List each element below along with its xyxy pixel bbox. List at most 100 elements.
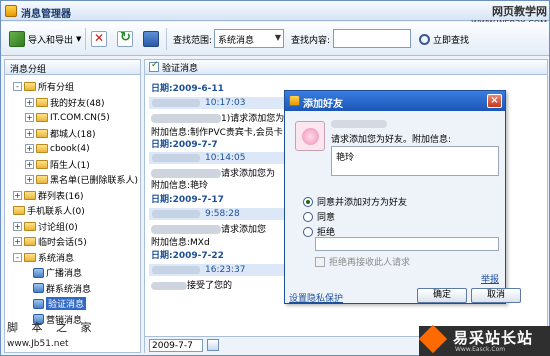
dialog-title: 添加好友 <box>303 99 343 110</box>
checkbox-label: 拒绝再接收此人请求 <box>329 258 411 268</box>
option-label: 同意 <box>317 213 336 223</box>
redacted-text <box>151 169 221 178</box>
scope-select[interactable]: 系统消息 ▼ <box>214 29 284 48</box>
expand-icon[interactable]: + <box>25 159 34 169</box>
import-export-button[interactable]: 导入和导出 ▼ <box>9 28 81 50</box>
option-accept-and-add[interactable]: 同意并添加对方为好友 <box>303 195 407 208</box>
redacted-text <box>151 114 221 123</box>
collapse-icon[interactable]: - <box>13 252 22 262</box>
tree-item[interactable]: + cbook(4) <box>25 142 90 155</box>
tree-item[interactable]: + 黑名单(已删除联系人) <box>25 173 138 186</box>
tree-item-label: 验证消息 <box>46 297 87 310</box>
folder-icon <box>24 82 36 91</box>
tree-item[interactable]: + 讨论组(0) <box>13 220 78 233</box>
request-text: 请求添加您为好友。附加信息: <box>331 135 452 145</box>
sender-name-redacted <box>152 210 200 218</box>
cancel-button[interactable]: 取消 <box>471 288 521 303</box>
radio-icon <box>303 226 313 237</box>
message-manager-window: 消息管理器 网页教学网 WWW.WEB3X.COM 导入和导出 ▼ 查找范围: … <box>0 0 550 356</box>
tree-item[interactable]: + 都城人(18) <box>25 127 95 140</box>
expand-icon[interactable]: + <box>25 175 34 184</box>
search-content-input[interactable] <box>333 29 411 48</box>
watermark-text: 脚 本 之 家 <box>7 321 97 334</box>
calendar-icon[interactable] <box>207 339 219 351</box>
expand-icon[interactable]: + <box>25 97 34 107</box>
refresh-button[interactable] <box>117 28 133 50</box>
folder-icon <box>24 252 36 262</box>
expand-icon[interactable]: + <box>13 190 22 200</box>
message-extra-info: 附加信息:艳玲 <box>151 181 209 191</box>
tree-item-label: 系统消息 <box>38 253 75 264</box>
collapse-icon[interactable]: - <box>13 82 22 91</box>
search-now-label: 立即查找 <box>433 35 470 46</box>
dialog-icon <box>289 95 300 106</box>
app-icon <box>5 5 17 17</box>
folder-icon <box>24 221 36 231</box>
expand-icon[interactable]: + <box>25 144 34 153</box>
expand-icon[interactable]: + <box>25 113 34 122</box>
reject-reason-input[interactable] <box>315 237 499 251</box>
speaker-icon <box>33 267 44 278</box>
ok-button[interactable]: 确定 <box>417 288 467 303</box>
tree-item[interactable]: + IT.COM.CN(5) <box>25 111 110 124</box>
watermark-bottom-right: 易采站长站 Www.Easck.Com <box>418 324 550 356</box>
block-future-requests-checkbox[interactable]: 拒绝再接收此人请求 <box>315 255 410 268</box>
tree-item-label: 临时会话(5) <box>38 238 87 248</box>
toolbar-separator <box>166 28 167 50</box>
tree-item-label: 讨论组(0) <box>38 222 78 233</box>
privacy-settings-link[interactable]: 设置隐私保护 <box>289 291 343 304</box>
tree-item-label: 群系统消息 <box>46 284 92 295</box>
tree-item[interactable]: 群系统消息 <box>33 282 91 295</box>
add-friend-dialog: 添加好友 × 请求添加您为好友。附加信息: 艳玲 同意并添加对方为好友 同意 拒… <box>284 90 521 304</box>
tree-item[interactable]: 手机联系人(0) <box>13 204 85 217</box>
group-panel: 消息分组 - 所有分组 + 我的好友(48) + IT.COM.CN(5) + 都城人(18)… <box>4 59 141 353</box>
requester-name[interactable] <box>331 119 387 129</box>
dialog-title-bar: 添加好友 × <box>285 91 505 111</box>
toolbar-separator <box>85 28 86 50</box>
tree-item-label: 群列表(16) <box>38 191 84 202</box>
message-sender[interactable]: 10:17:03 <box>149 97 285 109</box>
sender-name-redacted <box>152 154 200 162</box>
radio-icon <box>303 211 313 222</box>
folder-icon <box>36 113 48 122</box>
tree-item[interactable]: 验证消息 <box>33 297 87 310</box>
expand-icon[interactable]: + <box>25 128 34 138</box>
tree-item[interactable]: + 群列表(16) <box>13 189 83 202</box>
speaker-icon <box>33 283 44 293</box>
search-icon <box>419 33 430 45</box>
tree-item[interactable]: + 我的好友(48) <box>25 96 104 109</box>
tree-item[interactable]: + 临时会话(5) <box>13 235 87 248</box>
message-date: 日期:2009-7-7 <box>151 140 218 150</box>
tree-item[interactable]: - 系统消息 <box>13 251 74 264</box>
tree-item-label: 陌生人(1) <box>50 160 90 171</box>
message-time: 10:14:05 <box>205 153 246 163</box>
delete-button[interactable] <box>91 28 107 50</box>
tab-label: 验证消息 <box>162 63 199 74</box>
expand-icon[interactable]: + <box>13 221 22 231</box>
tree-item-label: 广播消息 <box>46 269 83 279</box>
search-now-button[interactable]: 立即查找 <box>419 28 469 50</box>
export-button[interactable] <box>143 28 159 50</box>
message-sender[interactable]: 9:58:28 <box>149 208 285 220</box>
close-button[interactable]: × <box>487 94 502 108</box>
redacted-text <box>151 225 221 234</box>
option-accept[interactable]: 同意 <box>303 210 335 223</box>
report-link[interactable]: 举报 <box>481 272 499 285</box>
message-date: 日期:2009-7-22 <box>151 251 224 261</box>
expand-icon[interactable]: + <box>13 237 22 246</box>
tree-item[interactable]: 广播消息 <box>33 266 82 279</box>
tree-item-label: IT.COM.CN(5) <box>50 112 110 123</box>
message-sender[interactable]: 16:23:37 <box>149 264 285 276</box>
avatar <box>295 121 325 151</box>
delete-icon <box>91 31 107 47</box>
tree-item[interactable]: - 所有分组 <box>13 80 74 93</box>
requester-name-redacted <box>331 119 387 128</box>
tab-verification[interactable]: 验证消息 <box>145 60 547 75</box>
title-bar: 消息管理器 <box>1 1 549 21</box>
message-sender[interactable]: 10:14:05 <box>149 152 285 164</box>
option-label: 同意并添加对方为好友 <box>317 198 408 208</box>
sender-name-redacted <box>152 99 200 107</box>
date-picker-input[interactable]: 2009-7-7 <box>149 339 203 352</box>
tree-item[interactable]: + 陌生人(1) <box>25 158 90 171</box>
folder-icon <box>36 144 48 153</box>
